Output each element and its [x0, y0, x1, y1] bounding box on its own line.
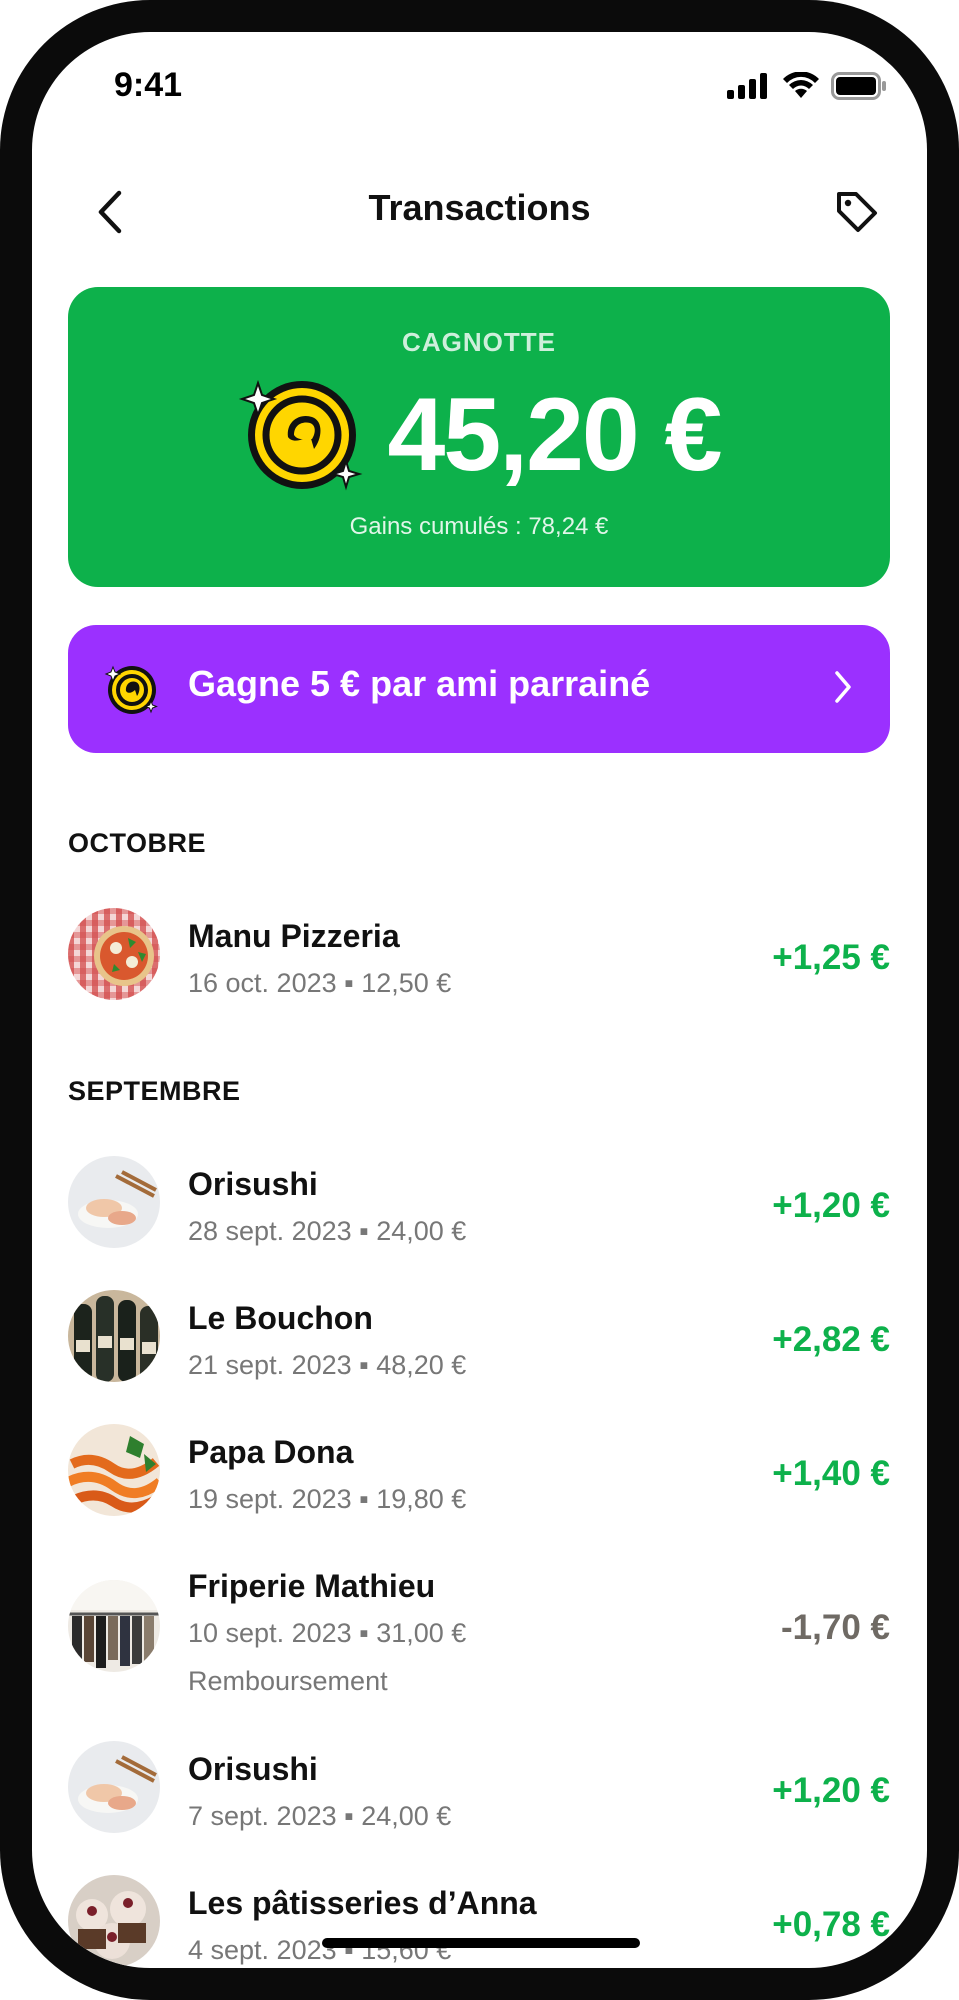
transaction-amount: +1,20 €: [772, 1771, 890, 1810]
transaction-row[interactable]: Manu Pizzeria 16 oct. 2023 ▪ 12,50 € +1,…: [68, 904, 890, 1004]
transaction-amount: +1,25 €: [772, 938, 890, 977]
merchant-name: Le Bouchon: [188, 1300, 373, 1336]
merchant-avatar: [68, 1580, 160, 1672]
merchant-name: Orisushi: [188, 1751, 318, 1787]
transaction-meta: 10 sept. 2023 ▪ 31,00 €: [188, 1618, 467, 1648]
transaction-meta: 28 sept. 2023 ▪ 24,00 €: [188, 1216, 467, 1246]
cagnotte-card: CAGNOTTE 45,20 € Gains cumulés : 78,24 €: [68, 287, 890, 587]
status-time: 9:41: [114, 66, 183, 104]
home-indicator: [322, 1938, 640, 1948]
transaction-row[interactable]: Le Bouchon 21 sept. 2023 ▪ 48,20 € +2,82…: [68, 1286, 890, 1386]
transaction-meta: 16 oct. 2023 ▪ 12,50 €: [188, 968, 452, 998]
transaction-meta: 7 sept. 2023 ▪ 24,00 €: [188, 1801, 452, 1831]
referral-banner[interactable]: Gagne 5 € par ami parrainé: [68, 625, 890, 753]
merchant-name: Papa Dona: [188, 1434, 354, 1470]
merchant-name: Friperie Mathieu: [188, 1568, 436, 1604]
app-screen: 9:41 Transactions CAGNOTTE 45,20 € Gains…: [32, 32, 927, 1968]
merchant-name: Les pâtisseries d’Anna: [188, 1885, 537, 1921]
transaction-meta: 19 sept. 2023 ▪ 19,80 €: [188, 1484, 467, 1514]
transaction-row[interactable]: Friperie Mathieu 10 sept. 2023 ▪ 31,00 €…: [68, 1554, 890, 1704]
section-title-octobre: OCTOBRE: [68, 828, 207, 858]
transaction-amount: +1,20 €: [772, 1186, 890, 1225]
merchant-name: Orisushi: [188, 1166, 318, 1202]
cumulative-gains: Gains cumulés : 78,24 €: [349, 513, 609, 540]
merchant-avatar: [68, 1156, 160, 1248]
transaction-row[interactable]: Les pâtisseries d’Anna 4 sept. 2023 ▪ 15…: [68, 1871, 890, 1968]
transaction-row[interactable]: Papa Dona 19 sept. 2023 ▪ 19,80 € +1,40 …: [68, 1420, 890, 1520]
cagnotte-amount-row: 45,20 €: [68, 369, 890, 501]
section-title-septembre: SEPTEMBRE: [68, 1076, 241, 1106]
coin-icon: [104, 665, 158, 714]
merchant-avatar: [68, 908, 160, 1000]
transaction-amount: +0,78 €: [772, 1905, 890, 1944]
chevron-right-icon: [835, 671, 851, 703]
cagnotte-amount: 45,20 €: [387, 376, 723, 493]
status-icons: [727, 72, 887, 100]
transaction-amount: -1,70 €: [781, 1608, 890, 1647]
battery-icon: [831, 72, 886, 100]
merchant-avatar: [68, 1290, 160, 1382]
merchant-avatar: [68, 1424, 160, 1516]
transaction-amount: +2,82 €: [772, 1320, 890, 1359]
phone-frame: 9:41 Transactions CAGNOTTE 45,20 € Gains…: [0, 0, 959, 2000]
tag-icon: [837, 192, 877, 232]
page-title: Transactions: [368, 187, 591, 228]
merchant-name: Manu Pizzeria: [188, 918, 400, 954]
transaction-meta: 21 sept. 2023 ▪ 48,20 €: [188, 1350, 467, 1380]
cagnotte-label: CAGNOTTE: [402, 327, 556, 357]
wifi-icon: [783, 72, 819, 98]
promo-tag-button[interactable]: [827, 182, 887, 242]
transaction-amount: +1,40 €: [772, 1454, 890, 1493]
signal-icon: [727, 73, 767, 99]
transaction-row[interactable]: Orisushi 7 sept. 2023 ▪ 24,00 € +1,20 €: [68, 1737, 890, 1837]
coin-icon: [238, 379, 362, 491]
transaction-row[interactable]: Orisushi 28 sept. 2023 ▪ 24,00 € +1,20 €: [68, 1152, 890, 1252]
merchant-avatar: [68, 1741, 160, 1833]
refund-label: Remboursement: [188, 1666, 388, 1696]
referral-text: Gagne 5 € par ami parrainé: [188, 663, 651, 704]
merchant-avatar: [68, 1875, 160, 1967]
